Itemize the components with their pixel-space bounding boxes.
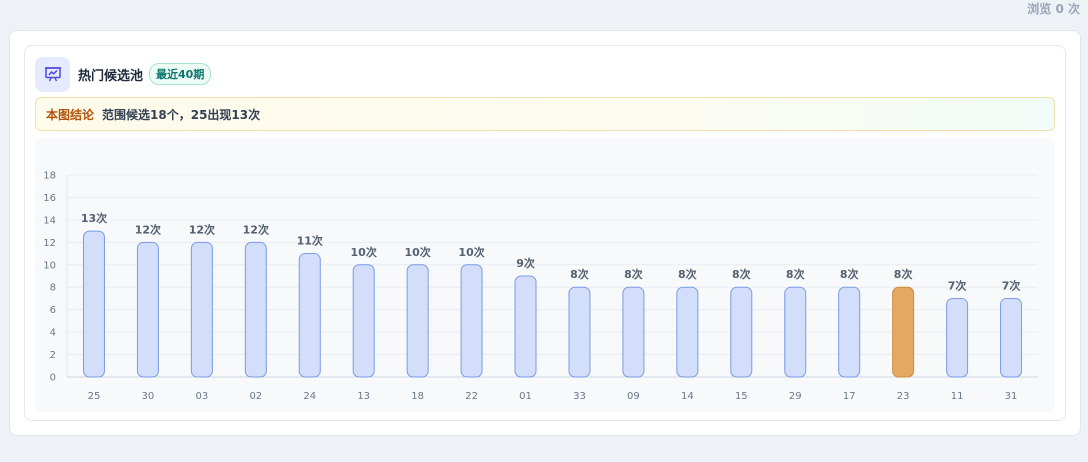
bar xyxy=(838,286,861,378)
bar-data-label: 10次 xyxy=(458,245,484,259)
bar-data-label: 8次 xyxy=(840,267,859,281)
bar-data-label: 8次 xyxy=(894,267,913,281)
bar xyxy=(784,286,807,378)
x-tick-label: 23 xyxy=(897,391,910,402)
y-tick-label: 8 xyxy=(50,283,56,294)
x-tick-label: 24 xyxy=(303,391,316,402)
chart-panel: 0 2 4 6 8 10 12 14 16 18 13次 25 12次 30 12次 03 12次 02 11次 24… xyxy=(35,138,1055,412)
y-tick-label: 0 xyxy=(50,373,56,384)
y-tick-label: 18 xyxy=(43,171,56,182)
bar xyxy=(190,241,213,378)
bar-data-label: 9次 xyxy=(516,256,535,270)
x-tick-label: 09 xyxy=(627,391,640,402)
y-tick-label: 4 xyxy=(50,328,56,339)
x-tick-label: 13 xyxy=(357,391,370,402)
bar-data-label: 8次 xyxy=(570,267,589,281)
bar-data-label: 8次 xyxy=(678,267,697,281)
bar xyxy=(1000,297,1023,378)
x-tick-label: 18 xyxy=(411,391,424,402)
bar xyxy=(514,275,537,378)
y-tick-label: 2 xyxy=(50,350,56,361)
bar-data-label: 10次 xyxy=(404,245,430,259)
card-header: 热门候选池 最近40期 xyxy=(35,56,212,92)
bar xyxy=(244,241,267,378)
presentation-chart-icon xyxy=(35,56,70,92)
view-count: 浏览 0 次 xyxy=(1027,2,1080,16)
bar-data-label: 8次 xyxy=(624,267,643,281)
bar xyxy=(82,230,105,378)
x-tick-label: 30 xyxy=(142,391,155,402)
conclusion-text: 范围候选18个，25出现13次 xyxy=(102,107,261,122)
bar xyxy=(460,264,483,378)
x-tick-label: 03 xyxy=(195,391,208,402)
conclusion-label: 本图结论 xyxy=(46,107,95,122)
outer-panel: 热门候选池 最近40期 本图结论 范围候选18个，25出现13次 0 2 4 6 8 10… xyxy=(9,30,1081,436)
conclusion-bar: 本图结论 范围候选18个，25出现13次 xyxy=(35,97,1055,131)
x-tick-label: 25 xyxy=(88,391,101,402)
bar-data-label: 8次 xyxy=(786,267,805,281)
period-badge: 最近40期 xyxy=(149,63,212,85)
bar xyxy=(136,241,159,378)
bar xyxy=(622,286,645,378)
bar xyxy=(406,264,429,378)
bar xyxy=(730,286,753,378)
y-tick-label: 16 xyxy=(43,193,56,204)
x-tick-label: 14 xyxy=(681,391,694,402)
bar xyxy=(568,286,591,378)
card-title: 热门候选池 xyxy=(78,68,144,84)
x-tick-label: 33 xyxy=(573,391,586,402)
bar-data-label: 7次 xyxy=(948,278,967,292)
x-tick-label: 15 xyxy=(735,391,748,402)
bar xyxy=(298,253,321,378)
x-tick-label: 01 xyxy=(519,391,532,402)
bar xyxy=(352,264,375,378)
bar-data-label: 12次 xyxy=(189,222,215,236)
bar-highlight xyxy=(892,286,915,378)
y-tick-label: 14 xyxy=(43,215,56,226)
y-tick-label: 10 xyxy=(43,260,56,271)
x-tick-label: 02 xyxy=(249,391,262,402)
bar xyxy=(946,297,969,378)
x-tick-label: 11 xyxy=(951,391,964,402)
chart-card: 热门候选池 最近40期 本图结论 范围候选18个，25出现13次 0 2 4 6 8 10… xyxy=(24,45,1066,421)
bar-chart: 02468101214161813次2512次3012次0312次0211次24… xyxy=(43,171,1038,402)
x-tick-label: 22 xyxy=(465,391,478,402)
x-tick-label: 17 xyxy=(843,391,856,402)
bar-data-label: 11次 xyxy=(297,234,323,248)
bar-data-label: 10次 xyxy=(351,245,377,259)
bar-data-label: 8次 xyxy=(732,267,751,281)
x-tick-label: 31 xyxy=(1005,391,1018,402)
bar-data-label: 12次 xyxy=(243,222,269,236)
bar-data-label: 12次 xyxy=(135,222,161,236)
bar xyxy=(676,286,699,378)
bar-data-label: 13次 xyxy=(81,211,107,225)
x-tick-label: 29 xyxy=(789,391,802,402)
bar-data-label: 7次 xyxy=(1002,278,1021,292)
y-tick-label: 6 xyxy=(50,305,56,316)
y-tick-label: 12 xyxy=(43,238,56,249)
